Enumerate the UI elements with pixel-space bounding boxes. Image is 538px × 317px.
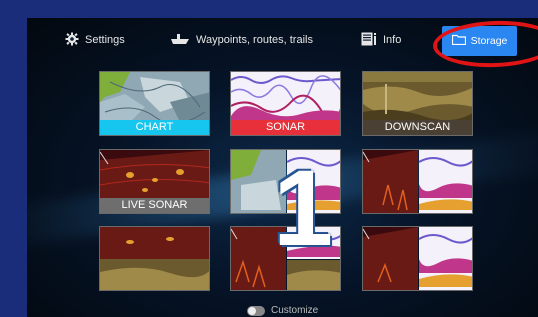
info-label: Info <box>383 34 402 46</box>
chart-tile-label: CHART <box>100 120 209 135</box>
sonar-tile[interactable]: SONAR <box>230 71 341 136</box>
customize-toggle[interactable]: Customize <box>247 305 318 316</box>
live-sonar-sonar-split-thumbnail <box>363 150 472 213</box>
sonar-tile-label: SONAR <box>231 120 340 135</box>
sonar-split-tile[interactable] <box>362 226 473 291</box>
info-icon <box>361 32 377 49</box>
live-sonar-tile-label: LIVE SONAR <box>100 198 209 213</box>
boat-icon <box>170 33 190 48</box>
downscan-tile-label: DOWNSCAN <box>363 120 472 135</box>
info-nav-button[interactable]: Info <box>361 29 401 51</box>
customize-label: Customize <box>271 305 319 316</box>
settings-label: Settings <box>85 34 125 46</box>
live-sonar-sonar-split-tile[interactable] <box>362 149 473 214</box>
settings-nav-button[interactable]: Settings <box>65 29 125 51</box>
app-screen: Settings Waypoints, routes, trails Info … <box>27 18 538 317</box>
gear-icon <box>65 32 79 49</box>
waypoints-label: Waypoints, routes, trails <box>196 34 313 46</box>
live-sonar-tile[interactable]: LIVE SONAR <box>99 149 210 214</box>
sonar-split-thumbnail <box>363 227 472 290</box>
chart-tile[interactable]: CHART <box>99 71 210 136</box>
step-number-overlay: 1 <box>272 147 334 268</box>
waypoints-nav-button[interactable]: Waypoints, routes, trails <box>170 29 313 51</box>
live-sonar-downscan-tile[interactable] <box>99 226 210 291</box>
toggle-icon <box>247 305 265 316</box>
live-sonar-downscan-thumbnail <box>100 227 209 290</box>
downscan-tile[interactable]: DOWNSCAN <box>362 71 473 136</box>
